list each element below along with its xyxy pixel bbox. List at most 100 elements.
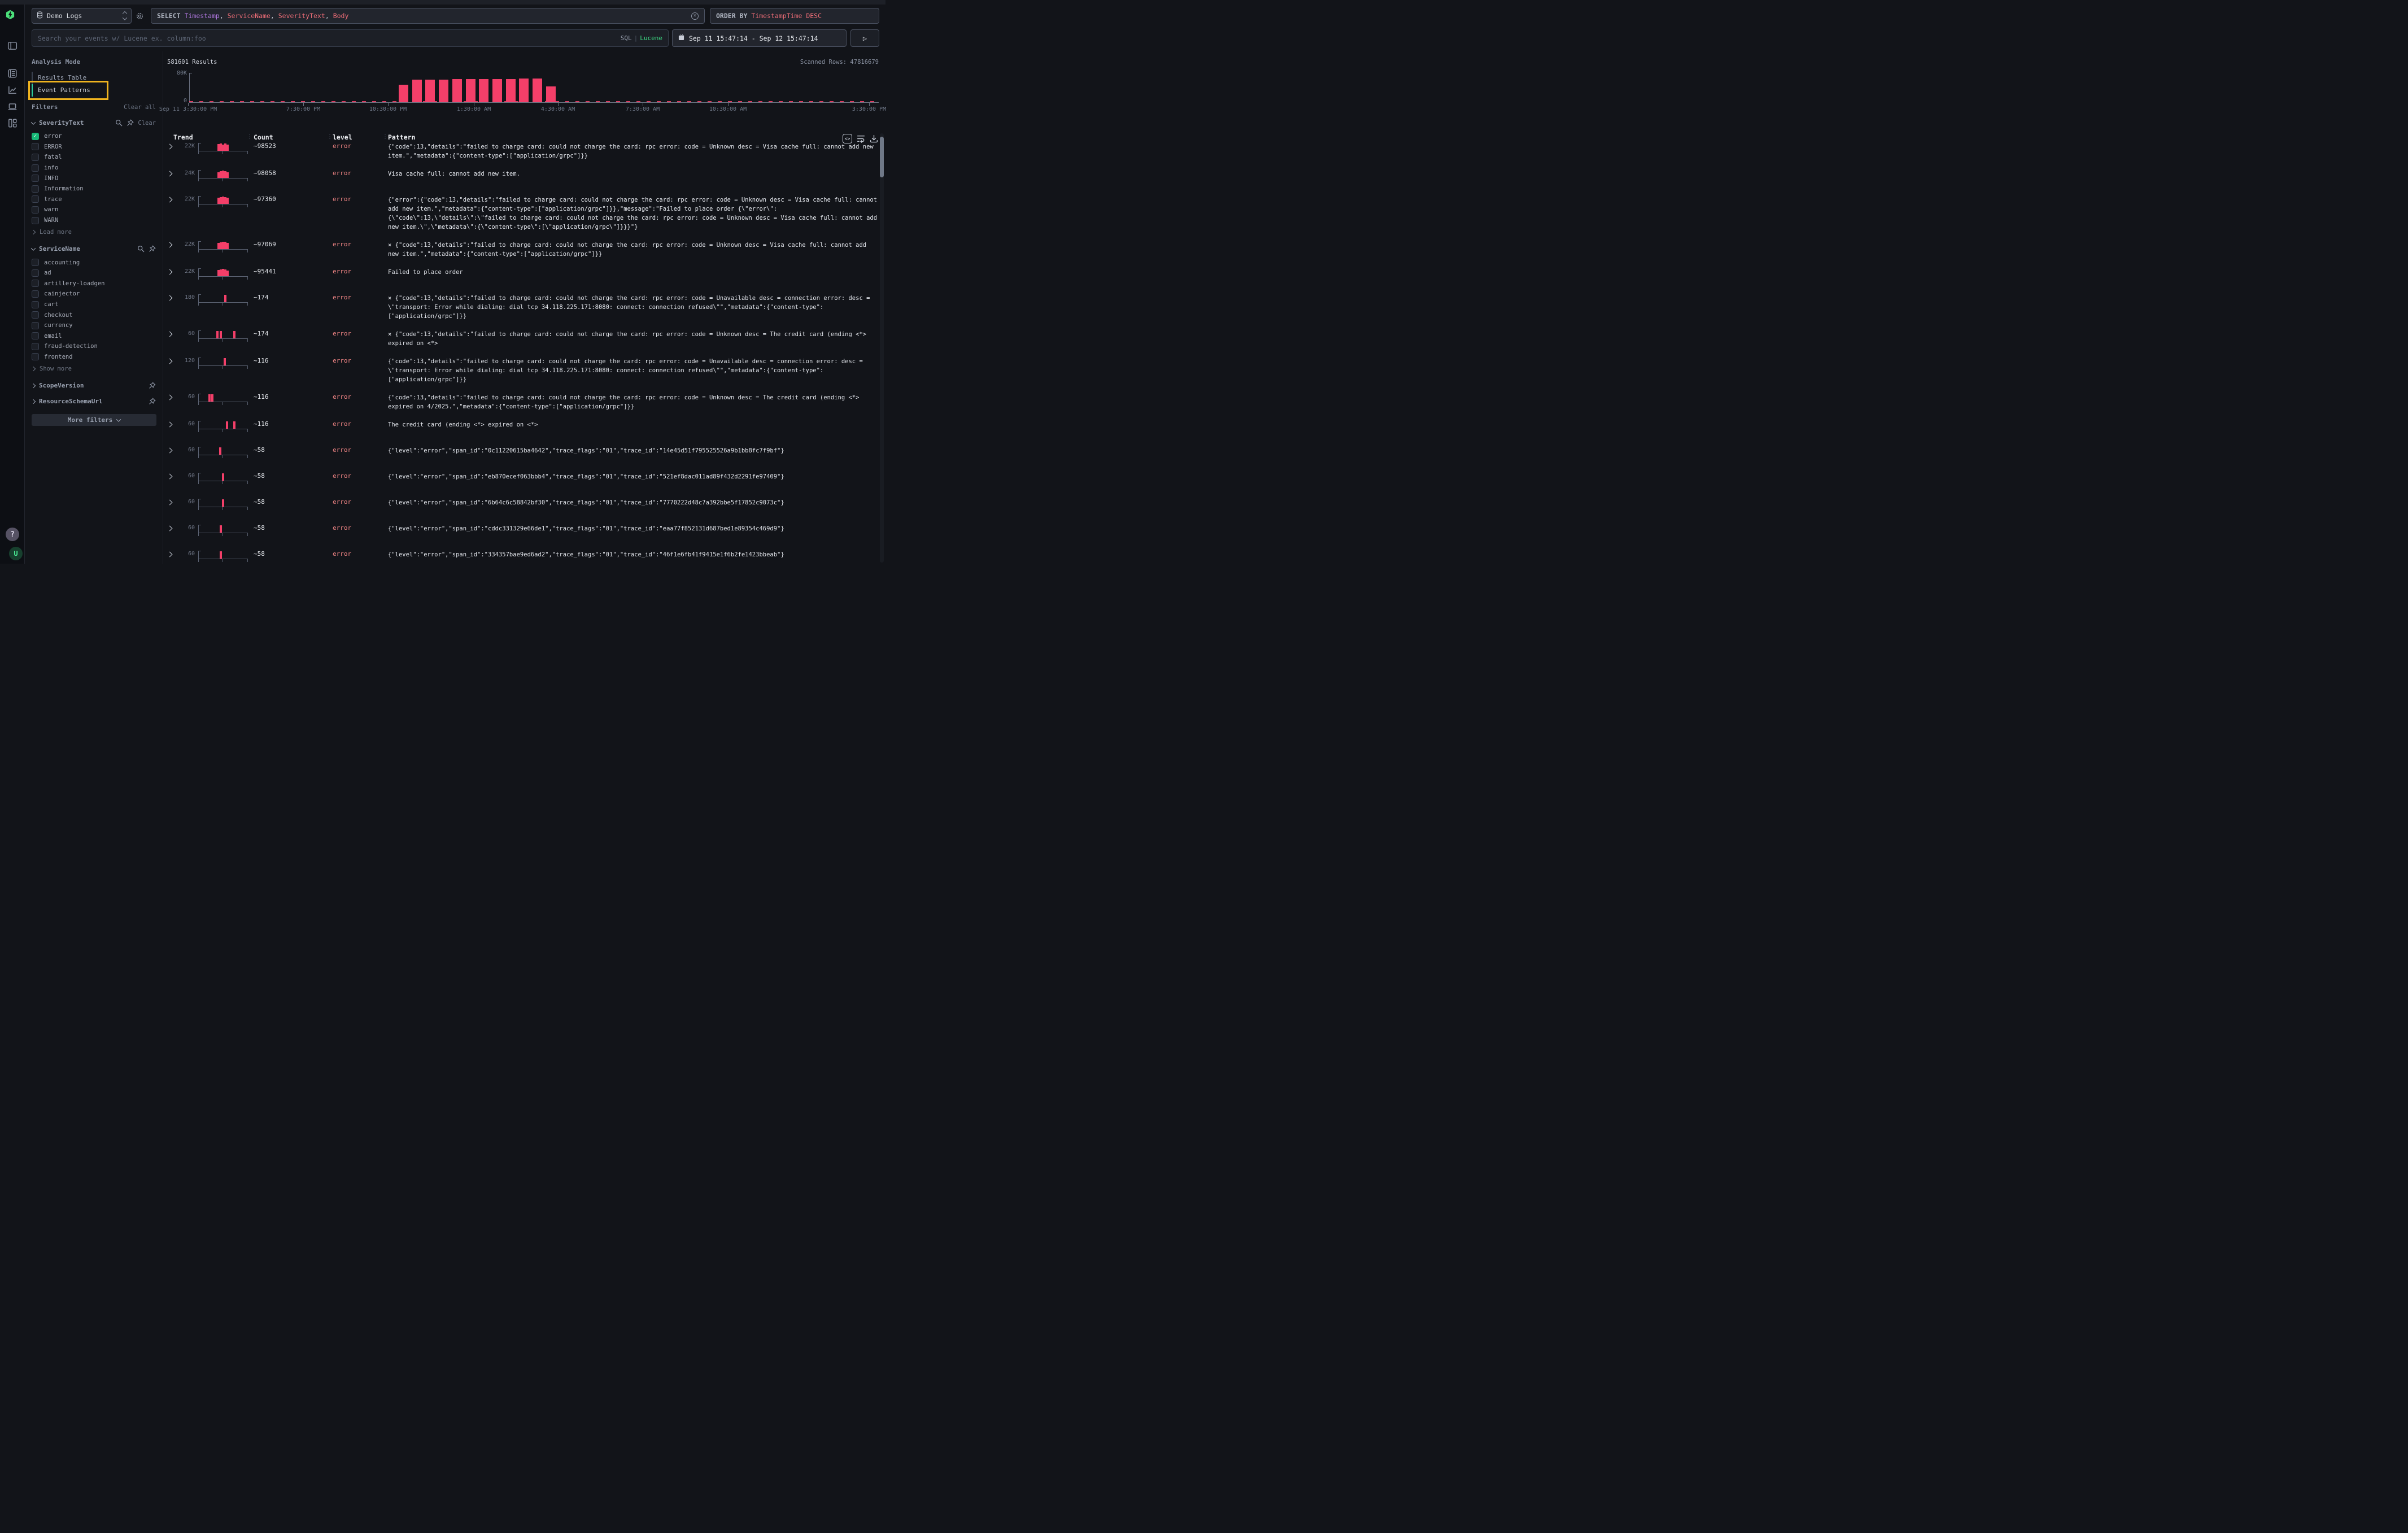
load-more-link[interactable]: Show more bbox=[32, 364, 156, 373]
table-row[interactable]: 180~174error× {"code":13,"details":"fail… bbox=[163, 290, 881, 326]
checkbox-unchecked[interactable] bbox=[32, 353, 39, 360]
pattern-text[interactable]: × {"code":13,"details":"failed to charge… bbox=[388, 241, 879, 259]
table-row[interactable]: 60~116errorThe credit card (ending <*> e… bbox=[163, 417, 881, 443]
table-row[interactable]: 60~58error{"level":"error","span_id":"cd… bbox=[163, 521, 881, 547]
filter-group-header-ScopeVersion[interactable]: ScopeVersion bbox=[32, 382, 156, 389]
date-range-picker[interactable]: Sep 11 15:47:14 - Sep 12 15:47:14 bbox=[672, 29, 847, 47]
expand-row-chevron-icon[interactable] bbox=[167, 171, 173, 177]
help-button[interactable]: ? bbox=[6, 528, 19, 541]
histogram-bar[interactable] bbox=[452, 79, 462, 102]
order-by-input[interactable]: ORDER BY TimestampTime DESC bbox=[710, 8, 879, 24]
pattern-text[interactable]: {"code":13,"details":"failed to charge c… bbox=[388, 393, 879, 411]
histogram-bar[interactable] bbox=[425, 80, 435, 102]
expand-row-chevron-icon[interactable] bbox=[167, 197, 173, 203]
pattern-text[interactable]: Visa cache full: cannot add new item. bbox=[388, 169, 879, 178]
filter-option-Information[interactable]: Information bbox=[32, 184, 156, 194]
table-row[interactable]: 22K~97360error{"error":{"code":13,"detai… bbox=[163, 192, 881, 237]
filter-group-header-SeverityText[interactable]: SeverityTextClear bbox=[32, 119, 156, 127]
lucene-toggle[interactable]: Lucene bbox=[640, 34, 662, 42]
table-row[interactable]: 120~116error{"code":13,"details":"failed… bbox=[163, 354, 881, 390]
expand-row-chevron-icon[interactable] bbox=[167, 448, 173, 454]
expand-row-chevron-icon[interactable] bbox=[167, 422, 173, 428]
pattern-text[interactable]: The credit card (ending <*> expired on <… bbox=[388, 420, 879, 429]
checkbox-unchecked[interactable] bbox=[32, 259, 39, 266]
checkbox-unchecked[interactable] bbox=[32, 322, 39, 329]
pin-icon[interactable] bbox=[149, 398, 156, 405]
pin-icon[interactable] bbox=[149, 382, 156, 389]
app-logo-icon[interactable] bbox=[5, 10, 20, 24]
expand-row-chevron-icon[interactable] bbox=[167, 332, 173, 337]
checkbox-checked[interactable]: ✓ bbox=[32, 133, 39, 140]
checkbox-unchecked[interactable] bbox=[32, 290, 39, 298]
analysis-mode-results-table[interactable]: Results Table bbox=[32, 72, 104, 84]
checkbox-unchecked[interactable] bbox=[32, 185, 39, 193]
clear-select-icon[interactable]: × bbox=[691, 12, 699, 20]
clear-filter-link[interactable]: Clear bbox=[138, 120, 156, 127]
run-query-button[interactable]: ▷ bbox=[850, 29, 879, 47]
expand-row-chevron-icon[interactable] bbox=[167, 242, 173, 248]
table-row[interactable]: 60~58error{"level":"error","span_id":"0c… bbox=[163, 443, 881, 469]
search-input[interactable] bbox=[38, 34, 616, 42]
user-avatar[interactable]: U bbox=[9, 547, 23, 560]
filter-option-fatal[interactable]: fatal bbox=[32, 152, 156, 163]
logs-icon[interactable] bbox=[7, 68, 18, 79]
histogram-bar[interactable] bbox=[439, 80, 448, 102]
checkbox-unchecked[interactable] bbox=[32, 343, 39, 350]
filter-option-cainjector[interactable]: cainjector bbox=[32, 289, 156, 299]
checkbox-unchecked[interactable] bbox=[32, 154, 39, 161]
pattern-text[interactable]: {"level":"error","span_id":"eb870ecef063… bbox=[388, 472, 879, 481]
pattern-text[interactable]: {"code":13,"details":"failed to charge c… bbox=[388, 142, 879, 160]
histogram-bar[interactable] bbox=[399, 85, 408, 102]
table-row[interactable]: 60~58error{"level":"error","span_id":"eb… bbox=[163, 469, 881, 495]
filter-option-fraud-detection[interactable]: fraud-detection bbox=[32, 341, 156, 352]
filter-option-WARN[interactable]: WARN bbox=[32, 215, 156, 226]
filter-option-artillery-loadgen[interactable]: artillery-loadgen bbox=[32, 278, 156, 289]
checkbox-unchecked[interactable] bbox=[32, 269, 39, 277]
expand-row-chevron-icon[interactable] bbox=[167, 269, 173, 275]
pin-icon[interactable] bbox=[149, 245, 156, 252]
filter-option-email[interactable]: email bbox=[32, 331, 156, 342]
filter-option-frontend[interactable]: frontend bbox=[32, 352, 156, 363]
checkbox-unchecked[interactable] bbox=[32, 175, 39, 182]
filter-option-accounting[interactable]: accounting bbox=[32, 257, 156, 268]
search-icon[interactable] bbox=[115, 119, 123, 127]
pattern-text[interactable]: {"level":"error","span_id":"6b64c6c58842… bbox=[388, 498, 879, 507]
expand-row-chevron-icon[interactable] bbox=[167, 500, 173, 506]
load-more-link[interactable]: Load more bbox=[32, 228, 156, 237]
filter-group-header-ResourceSchemaUrl[interactable]: ResourceSchemaUrl bbox=[32, 398, 156, 405]
filter-option-INFO[interactable]: INFO bbox=[32, 173, 156, 184]
search-icon[interactable] bbox=[137, 245, 145, 252]
histogram-bar[interactable] bbox=[412, 80, 422, 102]
gear-icon[interactable] bbox=[136, 12, 144, 20]
filter-option-currency[interactable]: currency bbox=[32, 320, 156, 331]
histogram-bar[interactable] bbox=[492, 79, 502, 102]
expand-row-chevron-icon[interactable] bbox=[167, 295, 173, 301]
panel-toggle-icon[interactable] bbox=[7, 41, 18, 51]
expand-row-chevron-icon[interactable] bbox=[167, 359, 173, 364]
pattern-text[interactable]: × {"code":13,"details":"failed to charge… bbox=[388, 294, 879, 321]
analysis-mode-event-patterns[interactable]: Event Patterns bbox=[32, 84, 105, 97]
filter-option-info[interactable]: info bbox=[32, 163, 156, 173]
chart-icon[interactable] bbox=[7, 85, 18, 95]
expand-row-chevron-icon[interactable] bbox=[167, 526, 173, 532]
histogram-bar[interactable] bbox=[546, 86, 556, 102]
filter-option-cart[interactable]: cart bbox=[32, 299, 156, 310]
table-row[interactable]: 60~174error× {"code":13,"details":"faile… bbox=[163, 326, 881, 354]
checkbox-unchecked[interactable] bbox=[32, 311, 39, 319]
table-row[interactable]: 22K~95441errorFailed to place order bbox=[163, 264, 881, 290]
checkbox-unchecked[interactable] bbox=[32, 280, 39, 287]
filter-option-error[interactable]: ✓error bbox=[32, 131, 156, 142]
filter-group-header-ServiceName[interactable]: ServiceName bbox=[32, 245, 156, 252]
expand-row-chevron-icon[interactable] bbox=[167, 395, 173, 400]
filter-option-trace[interactable]: trace bbox=[32, 194, 156, 205]
table-row[interactable]: 24K~98058errorVisa cache full: cannot ad… bbox=[163, 166, 881, 192]
pattern-text[interactable]: {"level":"error","span_id":"cddc331329e6… bbox=[388, 524, 879, 533]
table-row[interactable]: 22K~97069error× {"code":13,"details":"fa… bbox=[163, 237, 881, 264]
pattern-text[interactable]: {"level":"error","span_id":"334357bae9ed… bbox=[388, 550, 879, 559]
results-histogram[interactable]: 80K0Sep 11 3:30:00 PM7:30:00 PM10:30:00 … bbox=[163, 68, 885, 115]
histogram-bar[interactable] bbox=[519, 79, 529, 102]
laptop-icon[interactable] bbox=[7, 102, 18, 112]
histogram-bar[interactable] bbox=[466, 79, 476, 102]
expand-row-chevron-icon[interactable] bbox=[167, 552, 173, 558]
filter-option-warn[interactable]: warn bbox=[32, 204, 156, 215]
